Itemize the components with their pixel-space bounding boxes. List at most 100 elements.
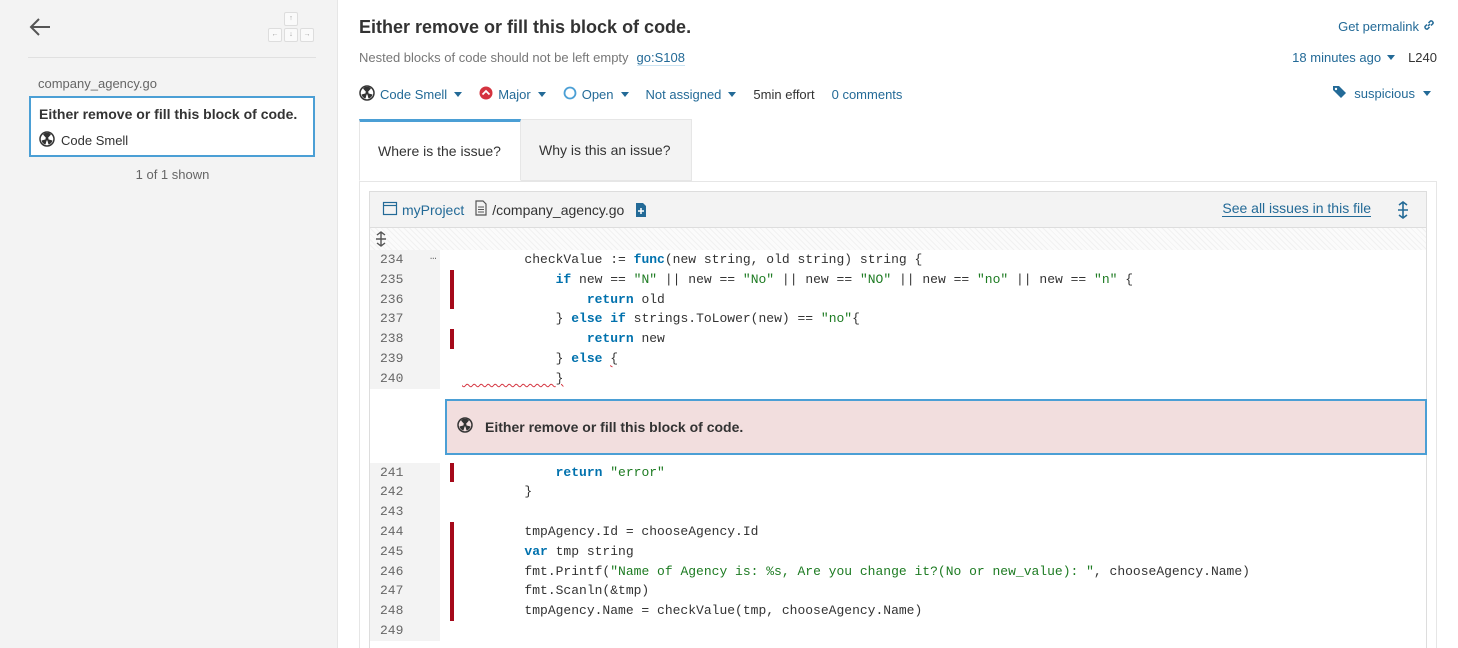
line-number[interactable]: 236 xyxy=(370,289,430,310)
line-source: } xyxy=(555,370,564,386)
line-number[interactable]: 246 xyxy=(370,561,430,582)
copy-path-icon[interactable] xyxy=(634,202,648,218)
code-line: 236 return old xyxy=(370,289,1426,310)
line-source: tmpAgency.Id = chooseAgency.Id xyxy=(462,523,759,539)
code-lines: 234 … checkValue := func(new string, old… xyxy=(370,250,1427,641)
line-source: var tmp string xyxy=(524,543,634,559)
severity-dropdown[interactable]: Major xyxy=(479,86,546,103)
rule-link[interactable]: go:S108 xyxy=(636,50,685,66)
assignee-dropdown[interactable]: Not assigned xyxy=(646,87,737,102)
inline-issue-text: Either remove or fill this block of code… xyxy=(485,418,744,435)
expand-icon xyxy=(375,231,387,250)
line-source: if new == "N" || new == "No" || new == "… xyxy=(555,271,1134,287)
status-dropdown[interactable]: Open xyxy=(563,86,629,103)
tags-dropdown[interactable]: suspicious xyxy=(1332,85,1431,102)
major-severity-icon xyxy=(479,86,493,103)
tag-label: suspicious xyxy=(1354,86,1415,101)
rule-description: Nested blocks of code should not be left… xyxy=(359,50,629,65)
time-ago-dropdown[interactable]: 18 minutes ago xyxy=(1292,50,1396,65)
code-line: 242 } xyxy=(370,482,1426,503)
sidebar-issue-title: Either remove or fill this block of code… xyxy=(39,106,298,122)
line-source: return "error" xyxy=(555,464,665,480)
issue-type-dropdown[interactable]: Code Smell xyxy=(359,84,463,104)
chevron-down-icon xyxy=(537,91,546,97)
file-path: /company_agency.go xyxy=(474,200,624,219)
code-line: 247 fmt.Scanln(&tmp) xyxy=(370,581,1426,602)
line-number[interactable]: 237 xyxy=(370,309,430,330)
line-number[interactable]: 243 xyxy=(370,502,430,522)
line-number[interactable]: 239 xyxy=(370,348,430,369)
issue-details: Either remove or fill this block of code… xyxy=(338,0,1458,648)
kbd-right-key: → xyxy=(300,28,314,42)
code-line: 239 } else { xyxy=(370,348,1426,369)
sidebar-file-name: company_agency.go xyxy=(38,76,158,91)
tag-icon xyxy=(1332,85,1348,102)
line-number[interactable]: 240 xyxy=(370,368,430,389)
time-ago-label: 18 minutes ago xyxy=(1292,50,1382,65)
expand-all-icon[interactable] xyxy=(1397,201,1409,222)
line-number[interactable]: 235 xyxy=(370,269,430,290)
tab-why-is-this-an-issue[interactable]: Why is this an issue? xyxy=(521,119,692,181)
line-options[interactable]: … xyxy=(430,250,440,270)
project-link[interactable]: myProject xyxy=(382,200,464,219)
kbd-down-key: ↓ xyxy=(284,28,298,42)
line-number[interactable]: 238 xyxy=(370,329,430,349)
inline-issue-message[interactable]: Either remove or fill this block of code… xyxy=(445,398,1427,455)
issue-type-label: Code Smell xyxy=(380,86,448,102)
code-line: 245 var tmp string xyxy=(370,541,1426,562)
line-number[interactable]: 249 xyxy=(370,620,430,641)
issues-count: 1 of 1 shown xyxy=(135,167,210,182)
chevron-down-icon xyxy=(1387,55,1396,60)
line-number[interactable]: 247 xyxy=(370,581,430,602)
line-source: return old xyxy=(586,291,665,307)
sidebar-issue-type-label: Code Smell xyxy=(61,133,129,148)
issue-location-meta: 18 minutes ago L240 xyxy=(1292,50,1437,65)
line-source: fmt.Printf("Name of Agency is: %s, Are y… xyxy=(462,563,1250,579)
line-source: return new xyxy=(586,331,665,347)
source-viewer: myProject /company_agency.go See all iss… xyxy=(369,191,1427,648)
line-source xyxy=(454,621,462,641)
code-line: 249 xyxy=(370,620,1426,641)
code-smell-icon xyxy=(359,84,375,104)
code-line: 238 return new xyxy=(370,329,1426,349)
sidebar-issue-card[interactable]: Either remove or fill this block of code… xyxy=(29,96,315,157)
link-icon xyxy=(1422,18,1436,35)
issue-meta-bar: Code Smell Major Open Not assigned 5min … xyxy=(359,84,919,104)
code-line: 234 … checkValue := func(new string, old… xyxy=(370,250,1426,270)
chevron-down-icon xyxy=(620,91,629,97)
back-arrow-icon[interactable] xyxy=(28,14,54,40)
line-source: } else { xyxy=(462,350,619,366)
line-source: tmpAgency.Name = checkValue(tmp, chooseA… xyxy=(462,603,923,619)
line-source xyxy=(454,502,462,522)
file-path-label: /company_agency.go xyxy=(492,201,625,218)
line-number[interactable]: 248 xyxy=(370,601,430,621)
line-source: } xyxy=(462,484,533,500)
issue-tabs: Where is the issue? Why is this an issue… xyxy=(359,119,692,181)
kbd-left-key: ← xyxy=(268,28,282,42)
line-number[interactable]: 242 xyxy=(370,482,430,503)
get-permalink-link[interactable]: Get permalink xyxy=(1338,18,1436,35)
line-number[interactable]: 244 xyxy=(370,521,430,542)
line-number[interactable]: 234 xyxy=(370,250,430,270)
expand-lines-above[interactable] xyxy=(370,228,1426,250)
line-number[interactable]: 241 xyxy=(370,462,430,483)
chevron-down-icon xyxy=(1423,91,1431,96)
line-number[interactable]: 245 xyxy=(370,541,430,562)
code-line: 240 } xyxy=(370,368,1426,389)
issue-title: Either remove or fill this block of code… xyxy=(359,17,692,37)
kbd-up-key: ↑ xyxy=(284,12,298,26)
code-line: 235 if new == "N" || new == "No" || new … xyxy=(370,269,1426,290)
code-smell-icon xyxy=(457,417,473,436)
project-icon xyxy=(382,200,398,219)
line-source: fmt.Scanln(&tmp) xyxy=(462,583,650,599)
comments-link[interactable]: 0 comments xyxy=(832,87,903,102)
file-icon xyxy=(474,200,488,219)
see-all-issues-link[interactable]: See all issues in this file xyxy=(1222,201,1371,217)
project-name: myProject xyxy=(402,201,465,218)
code-line: 248 tmpAgency.Name = checkValue(tmp, cho… xyxy=(370,601,1426,621)
code-line: 244 tmpAgency.Id = chooseAgency.Id xyxy=(370,521,1426,542)
keyboard-shortcuts-hint: ↑ ← ↓ → xyxy=(268,12,316,44)
tab-where-is-the-issue[interactable]: Where is the issue? xyxy=(359,119,521,181)
issue-subtitle: Nested blocks of code should not be left… xyxy=(359,50,685,66)
code-line: 246 fmt.Printf("Name of Agency is: %s, A… xyxy=(370,561,1426,582)
